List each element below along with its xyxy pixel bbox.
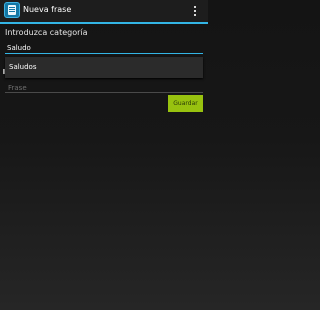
phrase-input-underline xyxy=(5,92,203,93)
action-bar-divider xyxy=(0,22,208,24)
dropdown-option-saludos[interactable]: Saludos xyxy=(9,63,37,71)
app-title: Nueva frase xyxy=(23,5,72,14)
notepad-icon[interactable] xyxy=(4,2,20,18)
category-prompt: Introduzca categoría xyxy=(5,28,88,37)
overflow-menu-icon[interactable] xyxy=(194,6,197,18)
save-button[interactable]: Guardar xyxy=(168,95,203,112)
category-input[interactable]: Saludo xyxy=(7,44,31,52)
phrase-input[interactable]: Frase xyxy=(8,84,27,92)
action-bar: Nueva frase xyxy=(0,0,208,22)
autocomplete-dropdown: Saludos xyxy=(5,57,203,78)
category-input-underline xyxy=(5,53,203,54)
